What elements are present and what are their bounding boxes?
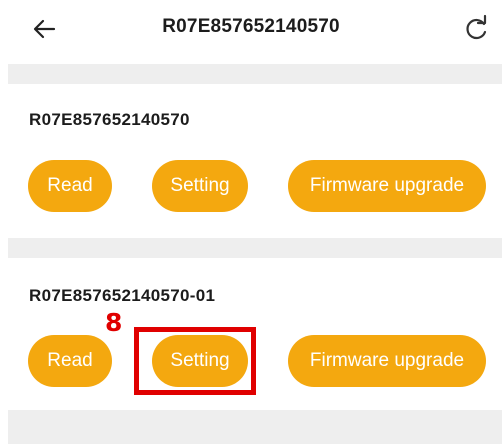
header-bar: R07E857652140570 [0, 0, 502, 64]
read-button[interactable]: Read [28, 335, 112, 387]
setting-button[interactable]: Setting [152, 160, 248, 212]
firmware-upgrade-button[interactable]: Firmware upgrade [288, 160, 486, 212]
section-divider [8, 410, 502, 444]
step-number-annotation: 8 [105, 308, 123, 337]
device-id-label: R07E857652140570-01 [29, 286, 216, 305]
highlight-box [134, 327, 256, 395]
read-button[interactable]: Read [28, 160, 112, 212]
firmware-upgrade-button[interactable]: Firmware upgrade [288, 335, 486, 387]
section-divider [8, 238, 502, 258]
refresh-icon[interactable] [462, 14, 490, 44]
device-id-label: R07E857652140570 [29, 110, 190, 129]
page-title: R07E857652140570 [162, 16, 340, 37]
section-divider [8, 64, 502, 84]
